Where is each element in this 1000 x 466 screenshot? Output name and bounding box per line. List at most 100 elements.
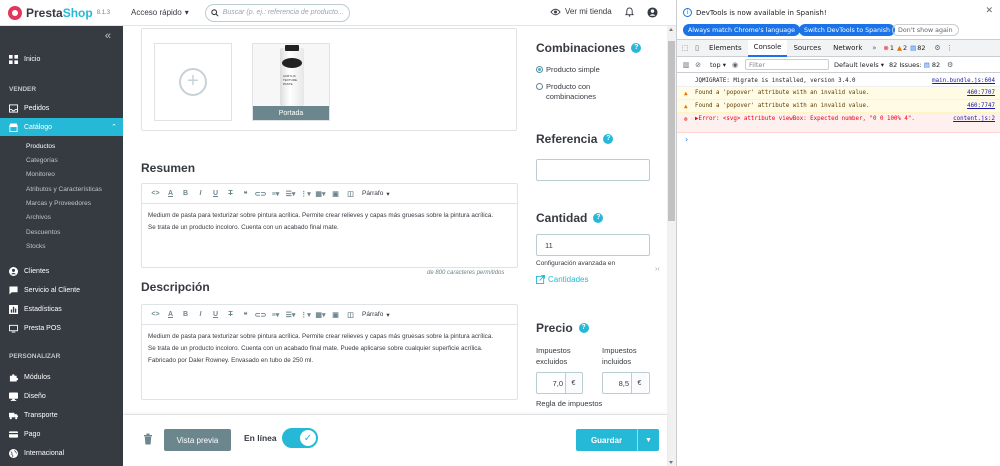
italic-icon[interactable]: I: [193, 309, 208, 321]
console-error[interactable]: ⊗ ▶Error: <svg> attribute viewBox: Expec…: [677, 113, 1000, 133]
sidebar-subitem-atributos[interactable]: Atributos y Características: [26, 186, 102, 193]
strikethrough-icon[interactable]: T: [223, 188, 238, 200]
sidebar-subitem-categorias[interactable]: Categorías: [26, 157, 58, 164]
italic-icon[interactable]: I: [193, 188, 208, 200]
issues-counter[interactable]: 82 Issues: ▤ 82: [889, 61, 940, 69]
add-image-dropzone[interactable]: +: [154, 43, 232, 121]
warning-count-badge[interactable]: ▲ 2: [897, 44, 907, 52]
reference-input[interactable]: [536, 159, 650, 181]
sidebar-item-modulos[interactable]: Módulos: [0, 368, 123, 386]
link-icon[interactable]: ⊂⊃: [253, 188, 268, 200]
sidebar-item-pedidos[interactable]: Pedidos: [0, 99, 123, 117]
view-store-link[interactable]: Ver mi tienda: [550, 7, 612, 16]
live-expression-eye-icon[interactable]: ◉: [729, 59, 741, 71]
search-input[interactable]: Buscar (p. ej.: referencia de producto..…: [204, 3, 350, 22]
close-icon[interactable]: ✕: [985, 6, 993, 16]
save-options-dropdown[interactable]: ▼: [637, 429, 659, 451]
preview-button[interactable]: Vista previa: [164, 429, 231, 451]
sidebar-collapse-button[interactable]: «: [105, 30, 111, 42]
text-color-icon[interactable]: A: [163, 309, 178, 321]
underline-icon[interactable]: U: [208, 188, 223, 200]
sidebar-toggle-icon[interactable]: ▥: [680, 59, 692, 71]
strikethrough-icon[interactable]: T: [223, 309, 238, 321]
console-source-link[interactable]: main.bundle.js:604: [932, 77, 995, 85]
sidebar-item-clientes[interactable]: Clientes: [0, 262, 123, 280]
scroll-up-icon[interactable]: [669, 28, 673, 31]
console-source-link[interactable]: 460:7707: [967, 89, 995, 97]
price-tax-included-input[interactable]: 8,5 €: [602, 372, 650, 394]
source-code-icon[interactable]: <>: [148, 309, 163, 321]
trash-icon[interactable]: [143, 433, 153, 445]
more-tabs-icon[interactable]: »: [868, 42, 880, 54]
image-icon[interactable]: ▣: [328, 309, 343, 321]
paragraph-format-select[interactable]: Párrafo ▾: [362, 190, 390, 198]
simple-product-radio[interactable]: Producto simple: [536, 65, 600, 75]
sidebar-subitem-descuentos[interactable]: Descuentos: [26, 229, 60, 236]
bullet-list-dropdown-icon[interactable]: ☰▾: [283, 309, 298, 321]
sidebar-item-diseno[interactable]: Diseño: [0, 387, 123, 405]
tab-elements[interactable]: Elements: [703, 40, 748, 57]
dont-show-again-button[interactable]: Don't show again: [892, 24, 959, 36]
sidebar-item-internacional[interactable]: Internacional: [0, 444, 123, 462]
device-toolbar-icon[interactable]: ▯: [691, 42, 703, 54]
quantities-link[interactable]: Cantidades: [536, 275, 588, 284]
console-source-link[interactable]: content.js:2: [953, 115, 995, 123]
numbered-list-dropdown-icon[interactable]: ⋮▾: [298, 188, 313, 200]
scrollbar-thumb[interactable]: [668, 41, 675, 221]
save-button[interactable]: Guardar ▼: [576, 429, 659, 451]
help-icon[interactable]: ?: [593, 213, 604, 223]
bold-icon[interactable]: B: [178, 188, 193, 200]
tab-network[interactable]: Network: [827, 40, 868, 57]
table-dropdown-icon[interactable]: ▦▾: [313, 188, 328, 200]
quantity-input[interactable]: 11: [536, 234, 650, 256]
help-icon[interactable]: ?: [631, 43, 642, 53]
media-icon[interactable]: ◫: [343, 188, 358, 200]
media-icon[interactable]: ◫: [343, 309, 358, 321]
underline-icon[interactable]: U: [208, 309, 223, 321]
blockquote-icon[interactable]: ❝: [238, 188, 253, 200]
sidebar-subitem-monitoreo[interactable]: Monitoreo: [26, 171, 55, 178]
page-scrollbar[interactable]: [667, 26, 676, 466]
align-dropdown-icon[interactable]: ≡▾: [268, 309, 283, 321]
sidebar-item-servicio-cliente[interactable]: Servicio al Cliente: [0, 281, 123, 299]
switch-language-button[interactable]: Switch DevTools to Spanish: [799, 24, 895, 36]
summary-editor-content[interactable]: Medium de pasta para texturizar sobre pi…: [142, 204, 517, 244]
sidebar-subitem-marcas[interactable]: Marcas y Proveedores: [26, 200, 91, 207]
settings-gear-icon[interactable]: ⚙: [932, 42, 944, 54]
bullet-list-dropdown-icon[interactable]: ☰▾: [283, 188, 298, 200]
source-code-icon[interactable]: <>: [148, 188, 163, 200]
sidebar-item-inicio[interactable]: Inicio: [0, 50, 123, 68]
console-source-link[interactable]: 460:7747: [967, 102, 995, 110]
help-icon[interactable]: ?: [603, 134, 614, 144]
expand-panel-icon[interactable]: ›‹: [655, 266, 665, 276]
clear-console-icon[interactable]: ⊘: [692, 59, 704, 71]
bold-icon[interactable]: B: [178, 309, 193, 321]
help-icon[interactable]: ?: [578, 323, 589, 333]
align-dropdown-icon[interactable]: ≡▾: [268, 188, 283, 200]
console-settings-gear-icon[interactable]: ⚙: [944, 59, 956, 71]
message-count-badge[interactable]: ▤ 82: [910, 44, 925, 52]
quick-access-dropdown[interactable]: Acceso rápido ▾: [131, 8, 189, 17]
description-editor-content[interactable]: Medium de pasta para texturizar sobre pi…: [142, 325, 517, 377]
console-prompt-chevron-icon[interactable]: ›: [685, 135, 688, 144]
prestashop-logo[interactable]: PrestaShop 8.1.3: [0, 5, 123, 20]
combinations-product-radio[interactable]: Producto con combinaciones: [536, 82, 626, 102]
context-select[interactable]: top ▾: [710, 61, 726, 69]
error-count-badge[interactable]: ⊗ 1: [883, 44, 894, 52]
account-avatar-icon[interactable]: [646, 6, 658, 18]
sidebar-item-transporte[interactable]: Transporte: [0, 406, 123, 424]
paragraph-format-select[interactable]: Párrafo ▾: [362, 311, 390, 319]
scroll-down-icon[interactable]: [669, 461, 673, 464]
tab-console[interactable]: Console: [747, 39, 788, 57]
match-language-button[interactable]: Always match Chrome's language: [683, 24, 801, 36]
product-image-thumbnail[interactable]: ACRYLIC TEXTURE PASTE Portada: [252, 43, 330, 121]
numbered-list-dropdown-icon[interactable]: ⋮▾: [298, 309, 313, 321]
tab-sources[interactable]: Sources: [787, 40, 827, 57]
kebab-menu-icon[interactable]: ⋮: [944, 42, 956, 54]
sidebar-subitem-archivos[interactable]: Archivos: [26, 214, 51, 221]
log-levels-select[interactable]: Default levels ▾: [834, 61, 884, 69]
sidebar-item-catalogo[interactable]: Catálogo ⌃: [0, 118, 123, 136]
link-icon[interactable]: ⊂⊃: [253, 309, 268, 321]
notifications-bell-icon[interactable]: [623, 6, 635, 18]
inspect-element-icon[interactable]: ⬚: [679, 42, 691, 54]
